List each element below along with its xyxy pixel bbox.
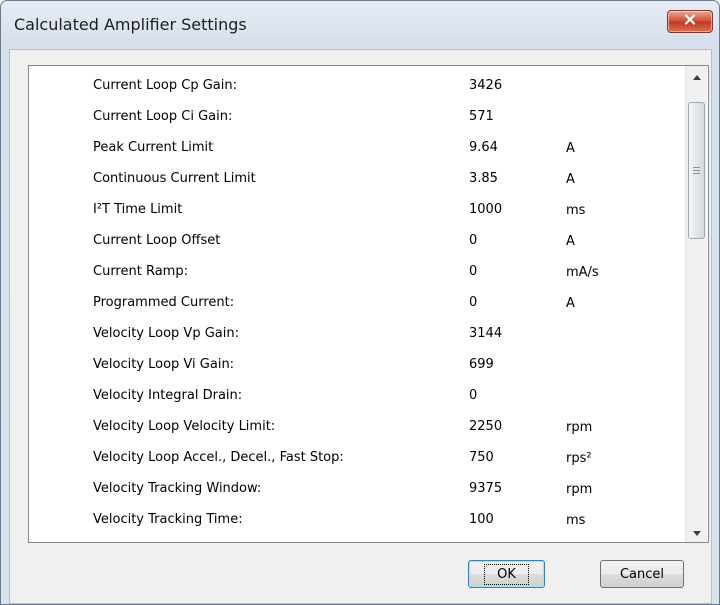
settings-rows: Current Loop Cp Gain: 3426 Current Loop … (29, 66, 684, 542)
list-item: Current Loop Offset 0 A (29, 225, 684, 256)
setting-label: Current Loop Offset (93, 233, 221, 248)
setting-value: 1000 (469, 202, 503, 217)
list-item: Current Ramp: 0 mA/s (29, 256, 684, 287)
setting-label: Current Loop Ci Gain: (93, 109, 233, 124)
setting-label: Velocity Loop Vi Gain: (93, 357, 235, 372)
list-item: Current Loop Ci Gain: 571 (29, 101, 684, 132)
setting-unit: A (566, 141, 575, 156)
list-item: Velocity Loop Accel., Decel., Fast Stop:… (29, 442, 684, 473)
setting-label: Current Ramp: (93, 264, 188, 279)
scrollbar-thumb[interactable] (688, 102, 705, 239)
list-item: Peak Current Limit 9.64 A (29, 132, 684, 163)
cancel-button[interactable]: Cancel (600, 560, 684, 588)
setting-value: 0 (469, 233, 478, 248)
setting-value: 0 (469, 388, 478, 403)
setting-unit: A (566, 234, 575, 249)
setting-unit: A (566, 296, 575, 311)
settings-list[interactable]: Current Loop Cp Gain: 3426 Current Loop … (28, 65, 709, 543)
setting-unit: ms (566, 203, 586, 218)
setting-unit: A (566, 172, 575, 187)
setting-value: 3.85 (469, 171, 498, 186)
list-item: Velocity Tracking Window: 9375 rpm (29, 473, 684, 504)
scroll-down-arrow-icon (692, 525, 701, 540)
dialog-window: Calculated Amplifier Settings Current Lo… (0, 0, 720, 605)
setting-value: 9375 (469, 481, 503, 496)
scroll-up-button[interactable] (686, 66, 707, 86)
setting-label: Programmed Current: (93, 295, 235, 310)
close-button[interactable] (667, 10, 713, 33)
dialog-client-area: Current Loop Cp Gain: 3426 Current Loop … (9, 49, 712, 604)
title-bar[interactable]: Calculated Amplifier Settings (1, 1, 719, 49)
list-item: Velocity Loop Velocity Limit: 2250 rpm (29, 411, 684, 442)
setting-label: Current Loop Cp Gain: (93, 78, 237, 93)
setting-label: Velocity Loop Vp Gain: (93, 326, 239, 341)
ok-button-label: OK (484, 563, 529, 585)
list-item: Velocity Loop Vp Gain: 3144 (29, 318, 684, 349)
list-item: Continuous Current Limit 3.85 A (29, 163, 684, 194)
setting-value: 571 (469, 109, 494, 124)
setting-label: I²T Time Limit (93, 202, 183, 217)
list-item: Velocity Integral Drain: 0 (29, 380, 684, 411)
cancel-button-label: Cancel (619, 566, 665, 582)
setting-unit: ms (566, 513, 586, 528)
setting-label: Velocity Integral Drain: (93, 388, 243, 403)
scroll-up-arrow-icon (692, 69, 701, 84)
list-item: I²T Time Limit 1000 ms (29, 194, 684, 225)
close-icon (684, 14, 696, 29)
setting-value: 3426 (469, 78, 503, 93)
setting-label: Velocity Loop Accel., Decel., Fast Stop: (93, 450, 344, 465)
list-item: Velocity Tracking Time: 100 ms (29, 504, 684, 535)
setting-unit: rps² (566, 451, 592, 466)
list-item: Velocity Loop Vi Gain: 699 (29, 349, 684, 380)
setting-value: 2250 (469, 419, 503, 434)
scroll-grip-icon (693, 167, 700, 174)
setting-label: Velocity Tracking Time: (93, 512, 243, 527)
setting-label: Velocity Tracking Window: (93, 481, 262, 496)
dialog-title: Calculated Amplifier Settings (14, 15, 247, 34)
setting-unit: rpm (566, 482, 593, 497)
list-item: Current Loop Cp Gain: 3426 (29, 70, 684, 101)
list-item: Programmed Current: 0 A (29, 287, 684, 318)
setting-unit: rpm (566, 420, 593, 435)
ok-button[interactable]: OK (468, 560, 545, 588)
setting-value: 0 (469, 295, 478, 310)
setting-value: 699 (469, 357, 494, 372)
setting-unit: mA/s (566, 265, 599, 280)
setting-value: 9.64 (469, 140, 498, 155)
setting-label: Continuous Current Limit (93, 171, 256, 186)
setting-label: Peak Current Limit (93, 140, 214, 155)
setting-value: 750 (469, 450, 494, 465)
setting-value: 0 (469, 264, 478, 279)
setting-label: Velocity Loop Velocity Limit: (93, 419, 276, 434)
scroll-down-button[interactable] (686, 522, 707, 542)
setting-value: 100 (469, 512, 494, 527)
vertical-scrollbar[interactable] (685, 66, 707, 542)
setting-value: 3144 (469, 326, 503, 341)
